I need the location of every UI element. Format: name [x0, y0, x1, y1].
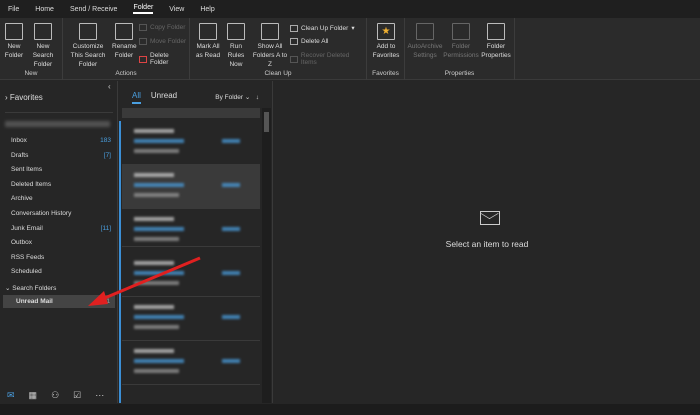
scroll-thumb[interactable] [264, 112, 269, 132]
folder-properties-button[interactable]: Folder Properties [479, 23, 513, 60]
message-item[interactable] [122, 121, 260, 165]
copy-icon [139, 24, 147, 31]
group-header[interactable] [122, 108, 260, 118]
move-icon [139, 38, 147, 45]
new-search-folder-button[interactable]: New Search Folder [26, 23, 60, 69]
folder-archive[interactable]: Archive [11, 195, 111, 202]
divider [5, 112, 113, 113]
recover-icon [290, 55, 298, 63]
empty-reading-message: Select an item to read [445, 239, 529, 249]
recover-deleted-button[interactable]: Recover Deleted Items [290, 52, 366, 66]
scrollbar[interactable] [262, 108, 271, 403]
tab-unread[interactable]: Unread [151, 91, 177, 104]
sort-az-icon [261, 23, 279, 40]
star-folder-icon: ★ [377, 23, 395, 40]
delete-all-icon [290, 38, 298, 45]
message-item[interactable] [122, 341, 260, 385]
people-icon[interactable]: ⚇ [51, 390, 59, 401]
menu-folder[interactable]: Folder [133, 4, 154, 14]
search-folders-header[interactable]: ⌄ Search Folders [5, 284, 105, 292]
folder-unread-mail[interactable]: Unread Mail 11 [16, 298, 110, 305]
sort-by-folder[interactable]: By Folder ⌄ ↓ [215, 93, 259, 101]
delete-icon [139, 55, 147, 63]
ribbon: New Folder New Search Folder New Customi… [0, 18, 700, 80]
properties-icon [487, 23, 505, 40]
group-properties: AutoArchive Settings Folder Permissions … [405, 18, 515, 80]
add-to-favorites-button[interactable]: ★ Add to Favorites [369, 23, 403, 60]
rename-icon [115, 23, 133, 40]
run-rules-icon [227, 23, 245, 40]
reading-pane: Select an item to read [272, 81, 700, 403]
copy-folder-button[interactable]: Copy Folder [139, 24, 185, 31]
delete-folder-button[interactable]: Delete Folder [139, 52, 189, 66]
envelope-icon [480, 211, 500, 225]
status-bar [0, 404, 700, 415]
message-list: All Unread By Folder ⌄ ↓ [119, 81, 271, 403]
permissions-icon [452, 23, 470, 40]
message-item[interactable] [122, 209, 260, 247]
menu-home[interactable]: Home [35, 6, 54, 13]
calendar-icon[interactable]: ▦ [29, 390, 38, 401]
rename-folder-button[interactable]: Rename Folder [112, 23, 137, 60]
folder-outbox[interactable]: Outbox [11, 239, 111, 246]
folder-icon [5, 23, 23, 40]
group-actions: Customize This Search Folder Rename Fold… [63, 18, 190, 80]
run-rules-button[interactable]: Run Rules Now [222, 23, 250, 69]
clean-up-icon [290, 24, 298, 32]
autoarchive-icon [416, 23, 434, 40]
folder-conversation-history[interactable]: Conversation History [11, 210, 111, 217]
tasks-icon[interactable]: ☑ [73, 390, 81, 401]
new-folder-button[interactable]: New Folder [3, 23, 25, 60]
folder-deleted-items[interactable]: Deleted Items [11, 181, 111, 188]
folder-junk-email[interactable]: Junk Email [11] [11, 225, 111, 232]
search-folder-icon [34, 23, 52, 40]
menu-help[interactable]: Help [200, 6, 214, 13]
menu-file[interactable]: File [8, 6, 19, 13]
account-name-blurred[interactable] [5, 121, 110, 127]
more-icon[interactable]: ⋯ [95, 390, 104, 401]
collapse-pane-icon[interactable]: ‹ [108, 82, 111, 91]
folder-drafts[interactable]: Drafts [7] [11, 152, 111, 159]
group-favorites: ★ Add to Favorites Favorites [367, 18, 405, 80]
unread-accent-bar [119, 121, 121, 403]
module-nav: ✉ ▦ ⚇ ☑ ⋯ [0, 386, 118, 404]
move-folder-button[interactable]: Move Folder [139, 38, 186, 45]
autoarchive-settings-button[interactable]: AutoArchive Settings [407, 23, 443, 60]
open-envelope-icon [199, 23, 217, 40]
favorites-header[interactable]: › Favorites [5, 93, 43, 102]
gear-folder-icon [79, 23, 97, 40]
tab-all[interactable]: All [132, 91, 141, 104]
folder-permissions-button[interactable]: Folder Permissions [443, 23, 479, 60]
folder-sent-items[interactable]: Sent Items [11, 166, 111, 173]
group-clean-up: Mark All as Read Run Rules Now Show All … [190, 18, 367, 80]
message-item[interactable] [122, 297, 260, 341]
folder-inbox[interactable]: Inbox 183 [11, 137, 111, 144]
mail-icon[interactable]: ✉ [7, 390, 15, 401]
message-item[interactable] [122, 253, 260, 297]
menu-view[interactable]: View [169, 6, 184, 13]
sort-direction-icon[interactable]: ↓ [256, 94, 259, 101]
customize-search-folder-button[interactable]: Customize This Search Folder [66, 23, 110, 69]
show-all-folders-button[interactable]: Show All Folders A to Z [252, 23, 288, 69]
menu-send-receive[interactable]: Send / Receive [70, 6, 117, 13]
folder-rss-feeds[interactable]: RSS Feeds [11, 254, 111, 261]
folder-scheduled[interactable]: Scheduled [11, 268, 111, 275]
message-item[interactable] [122, 165, 260, 209]
clean-up-folder-button[interactable]: Clean Up Folder ▾ [290, 24, 355, 32]
delete-all-button[interactable]: Delete All [290, 38, 328, 45]
group-new: New Folder New Search Folder New [0, 18, 63, 80]
menu-bar: File Home Send / Receive Folder View Hel… [0, 0, 700, 18]
mark-all-read-button[interactable]: Mark All as Read [194, 23, 222, 60]
